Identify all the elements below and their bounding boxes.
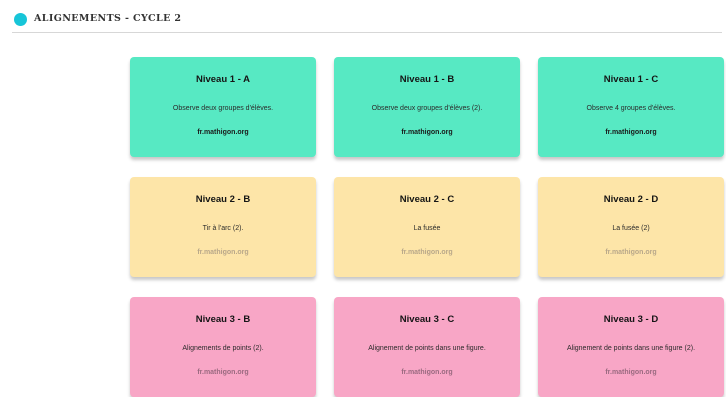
activity-card[interactable]: Niveau 1 - B Observe deux groupes d'élèv… xyxy=(334,57,520,157)
card-title: Niveau 1 - C xyxy=(603,74,659,85)
card-source-link[interactable]: fr.mathigon.org xyxy=(334,369,520,376)
card-title: Niveau 2 - D xyxy=(603,194,659,205)
activity-card[interactable]: Niveau 1 - C Observe 4 groupes d'élèves.… xyxy=(538,57,724,157)
card-title: Niveau 1 - A xyxy=(195,74,251,85)
activity-card[interactable]: Niveau 2 - D La fusée (2) fr.mathigon.or… xyxy=(538,177,724,277)
card-description: Alignement de points dans une figure (2)… xyxy=(566,345,696,352)
activity-card[interactable]: Niveau 1 - A Observe deux groupes d'élèv… xyxy=(130,57,316,157)
activity-card[interactable]: Niveau 2 - B Tir à l'arc (2). fr.mathigo… xyxy=(130,177,316,277)
card-title: Niveau 3 - D xyxy=(603,314,659,325)
card-description: Tir à l'arc (2). xyxy=(202,225,244,232)
activity-card[interactable]: Niveau 2 - C La fusée fr.mathigon.org xyxy=(334,177,520,277)
card-source-link[interactable]: fr.mathigon.org xyxy=(130,129,316,136)
card-title: Niveau 2 - B xyxy=(195,194,251,205)
card-description: La fusée (2) xyxy=(612,225,650,232)
card-description: La fusée xyxy=(413,225,441,232)
card-title: Niveau 3 - C xyxy=(399,314,455,325)
card-description: Observe deux groupes d'élèves. xyxy=(172,105,274,112)
section-title: ALIGNEMENTS - CYCLE 2 xyxy=(34,13,182,24)
card-description: Alignements de points (2). xyxy=(182,345,264,352)
card-source-link[interactable]: fr.mathigon.org xyxy=(538,249,724,256)
card-source-link[interactable]: fr.mathigon.org xyxy=(334,249,520,256)
card-description: Observe deux groupes d'élèves (2). xyxy=(371,105,483,112)
card-source-link[interactable]: fr.mathigon.org xyxy=(538,369,724,376)
card-source-link[interactable]: fr.mathigon.org xyxy=(130,369,316,376)
card-title: Niveau 1 - B xyxy=(399,74,455,85)
card-description: Observe 4 groupes d'élèves. xyxy=(586,105,676,112)
activity-card[interactable]: Niveau 3 - C Alignement de points dans u… xyxy=(334,297,520,397)
activity-card[interactable]: Niveau 3 - D Alignement de points dans u… xyxy=(538,297,724,397)
bullet-dot-icon xyxy=(14,13,27,26)
card-title: Niveau 3 - B xyxy=(195,314,251,325)
card-source-link[interactable]: fr.mathigon.org xyxy=(130,249,316,256)
card-source-link[interactable]: fr.mathigon.org xyxy=(334,129,520,136)
page: ALIGNEMENTS - CYCLE 2 Niveau 1 - A Obser… xyxy=(0,0,726,397)
card-description: Alignement de points dans une figure. xyxy=(368,345,486,352)
card-source-link[interactable]: fr.mathigon.org xyxy=(538,129,724,136)
card-title: Niveau 2 - C xyxy=(399,194,455,205)
activity-card[interactable]: Niveau 3 - B Alignements de points (2). … xyxy=(130,297,316,397)
section-header: ALIGNEMENTS - CYCLE 2 xyxy=(12,10,722,33)
activity-card-grid: Niveau 1 - A Observe deux groupes d'élèv… xyxy=(130,57,724,397)
